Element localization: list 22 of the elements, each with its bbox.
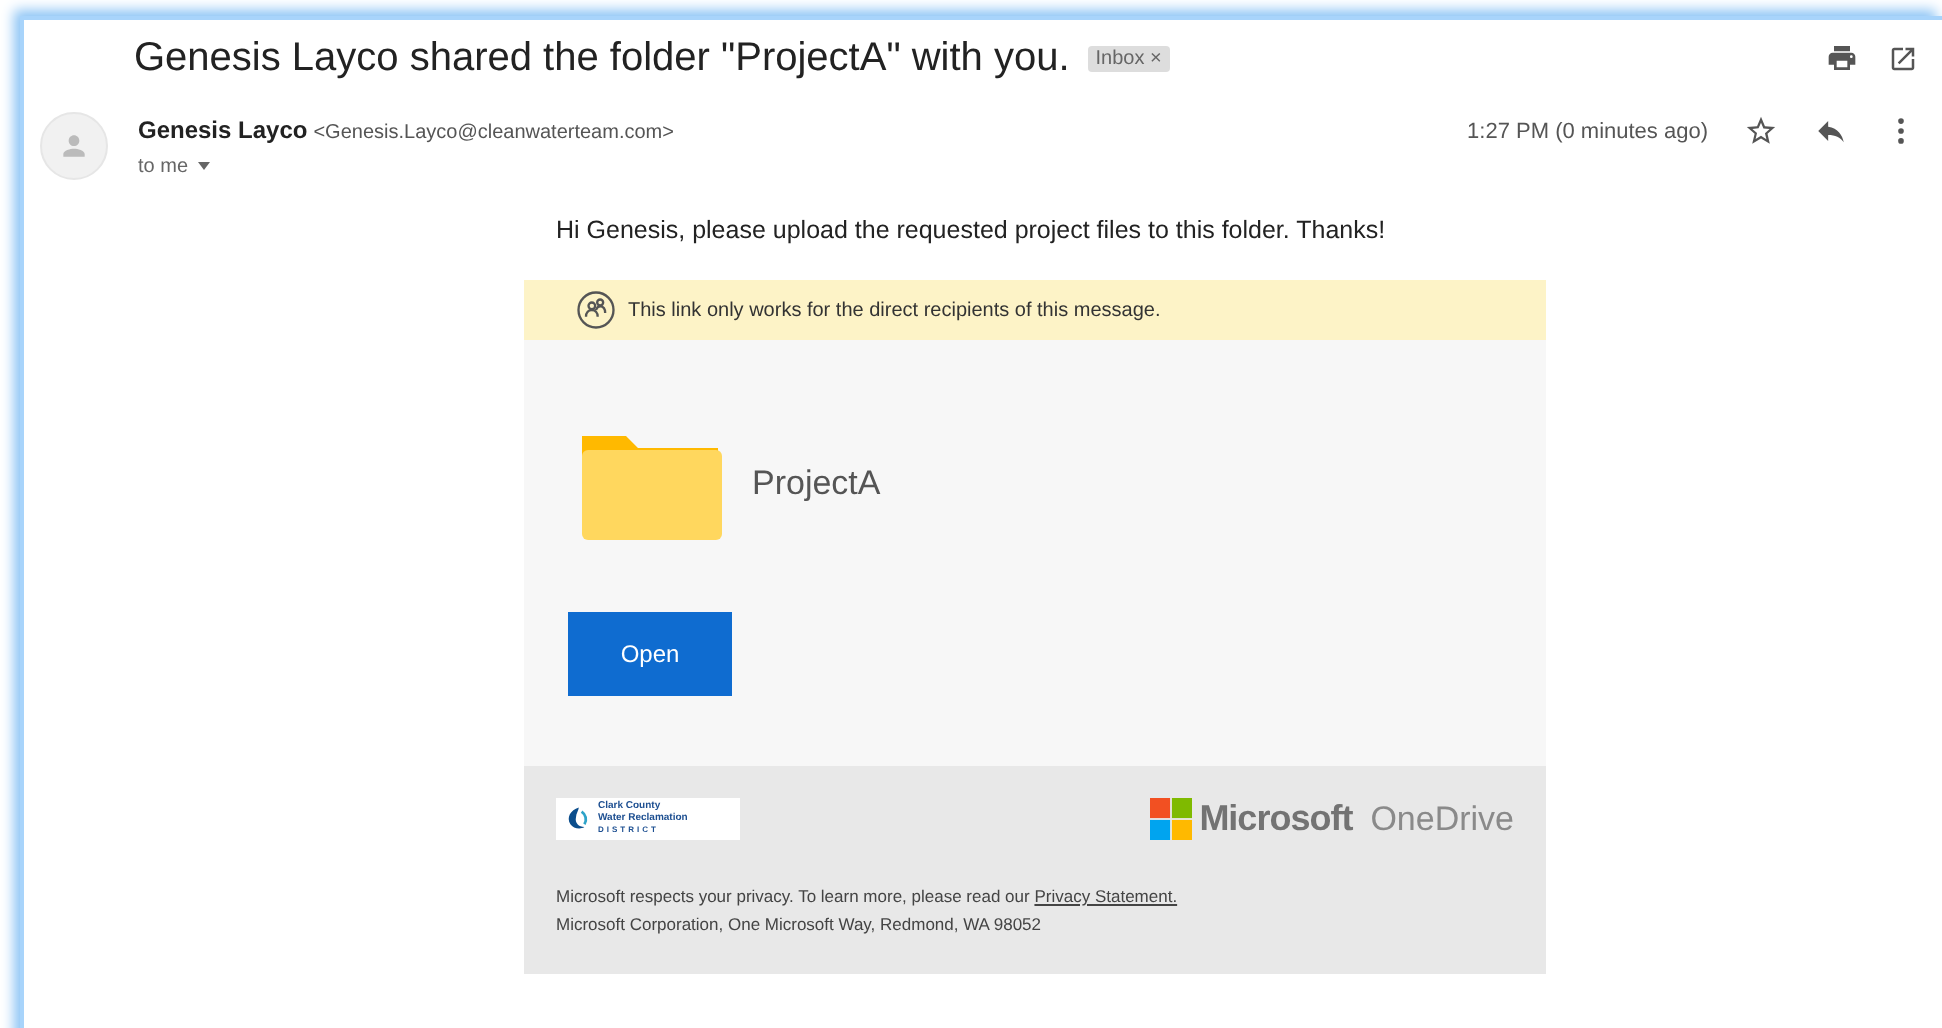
folder-name: ProjectA [752,464,881,504]
email-subject: Genesis Layco shared the folder "ProjectA" with you. [134,35,1070,81]
folder-icon [578,436,722,540]
sender-address: <Genesis.Layco@cleanwaterteam.com> [313,122,674,144]
notice-text: This link only works for the direct recipients of this message. [628,299,1161,321]
star-icon[interactable] [1744,114,1778,148]
company-address: Microsoft Corporation, One Microsoft Way, Redmond, WA 98052 [556,912,1044,938]
people-icon [576,290,616,330]
inbox-label[interactable]: Inbox × [1087,45,1170,71]
brand-name: Microsoft [1199,798,1353,840]
recipient-dropdown[interactable]: to me [138,156,674,178]
external-link-icon[interactable] [1888,43,1918,73]
open-button[interactable]: Open [568,612,732,696]
product-name: OneDrive [1370,799,1514,839]
greeting-text: Hi Genesis, please upload the requested project files to this folder. Thanks! [556,216,1388,244]
privacy-text: Microsoft respects your privacy. To learn more, please read our Privacy Statement. [556,884,1180,910]
four-squares-logo-icon [1149,798,1192,840]
sender-name: Genesis Layco [138,116,308,144]
print-icon[interactable] [1826,42,1858,74]
message-time: 1:27 PM (0 minutes ago) [1467,120,1708,144]
person-icon [58,130,90,162]
privacy-link[interactable]: Privacy Statement. [1034,886,1178,906]
